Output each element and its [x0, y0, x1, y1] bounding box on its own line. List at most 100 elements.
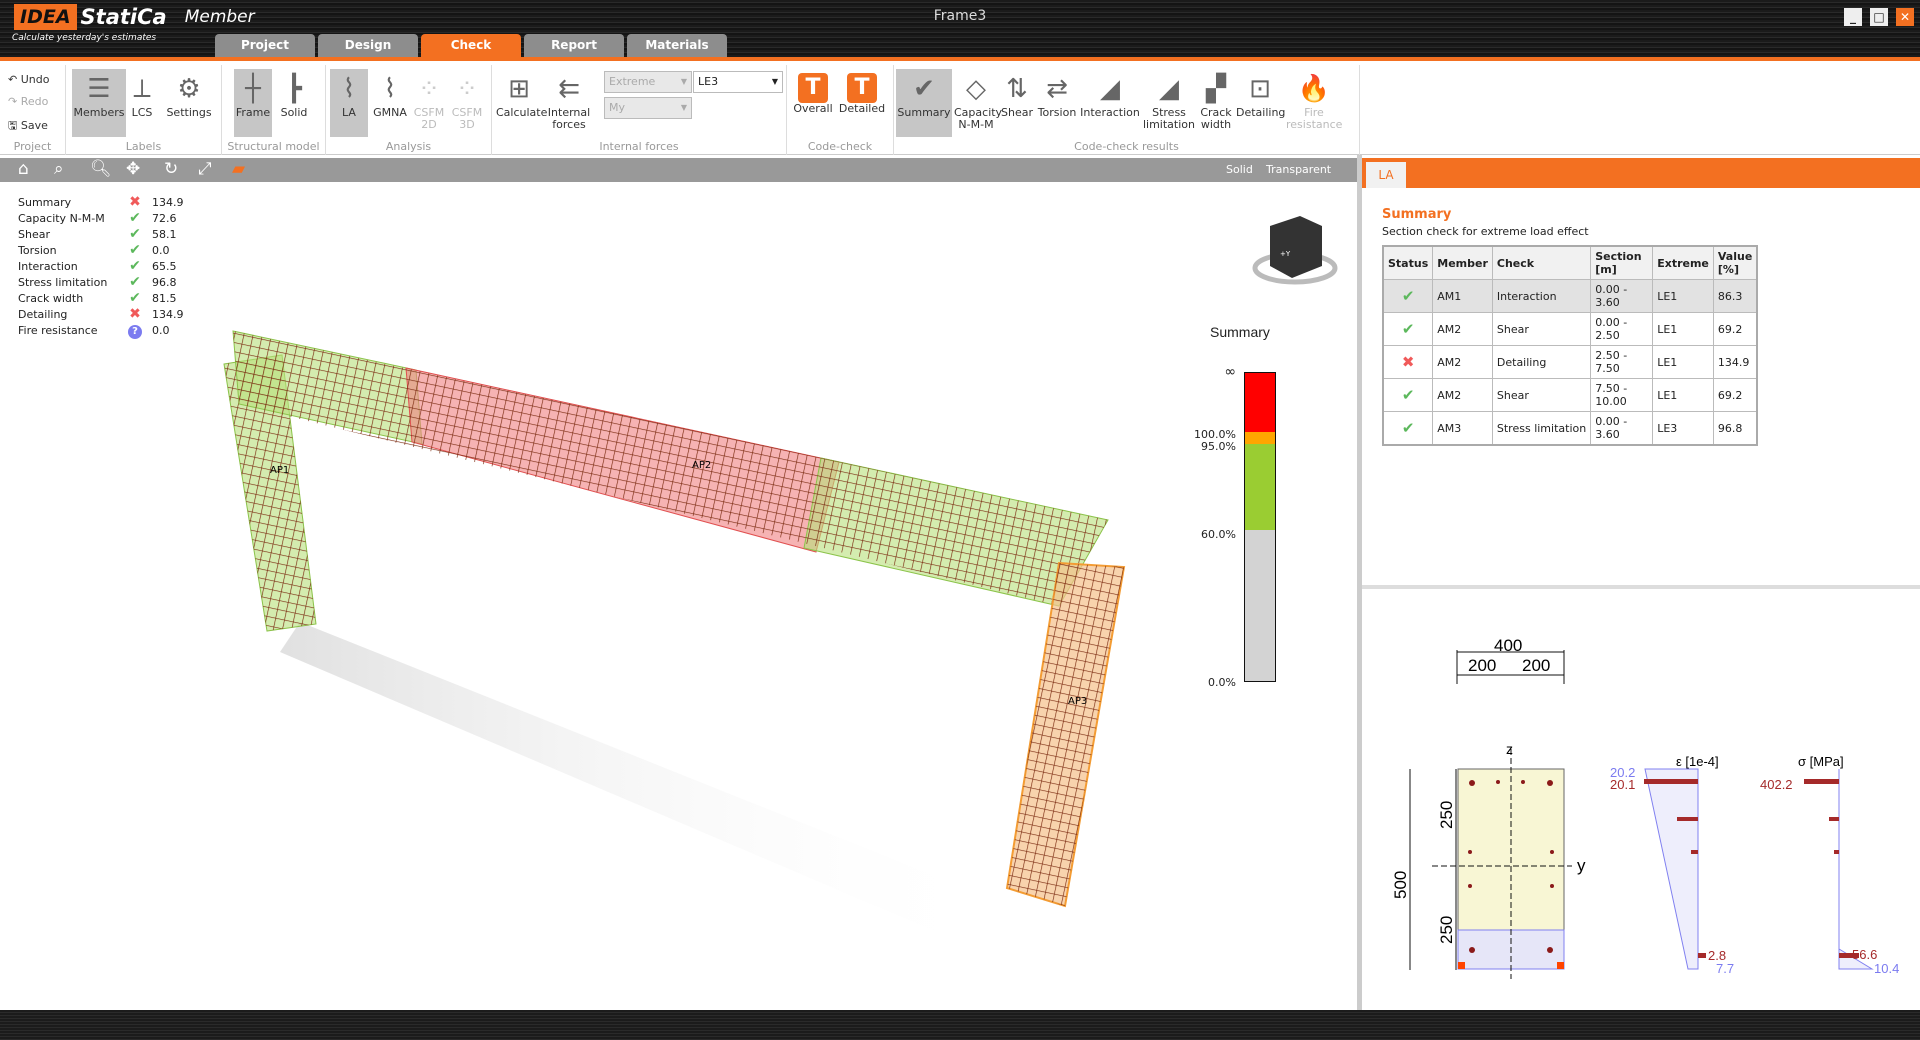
3d-viewport[interactable]: Summary ✖ 134.9 Capacity N-M-M ✔ 72.6 Shear ✔ 58…	[0, 182, 1357, 1010]
cell-section: 7.50 - 10.00	[1590, 378, 1654, 412]
cell-extreme: LE1	[1652, 279, 1714, 313]
fire-resistance-button[interactable]: 🔥 Fire resistance	[1286, 69, 1342, 137]
cell-check: Shear	[1491, 378, 1592, 412]
zoom-window-icon[interactable]: ⌕	[54, 159, 64, 179]
table-row[interactable]: ✔ AM1 Interaction 0.00 - 3.60 LE1 86.3	[1382, 279, 1758, 313]
settings-button[interactable]: ⚙ Settings	[162, 69, 216, 137]
shear-button[interactable]: ⇅ Shear	[998, 69, 1036, 137]
summary-button[interactable]: ✔ Summary	[896, 69, 952, 137]
rotate-icon[interactable]: ↻	[164, 159, 178, 179]
cell-value: 69.2	[1712, 378, 1758, 412]
group-label: Code-check	[807, 140, 873, 153]
dim-height: 500	[1391, 871, 1410, 899]
interaction-button[interactable]: ◢ Interaction	[1080, 69, 1140, 137]
stress-limitation-button[interactable]: ◢ Stress limitation	[1142, 69, 1196, 137]
table-row[interactable]: ✖ AM2 Detailing 2.50 - 7.50 LE1 134.9	[1382, 345, 1758, 379]
redo-button[interactable]: ↷ Redo	[8, 95, 48, 108]
calculate-button[interactable]: ⊞ Calculate	[496, 69, 547, 137]
check-icon: ✔	[1401, 287, 1415, 305]
csfm2d-button[interactable]: ⁘ CSFM 2D	[410, 69, 448, 137]
check-icon: ✔	[1401, 386, 1415, 404]
capacity-button[interactable]: ◇ Capacity N-M-M	[954, 69, 1002, 137]
cell-member: AM1	[1432, 279, 1493, 313]
interaction-icon: ◢	[1100, 74, 1120, 104]
dim-half2: 200	[1522, 656, 1550, 675]
solid-button[interactable]: ┣ Solid	[274, 69, 314, 137]
component-dropdown[interactable]: My	[604, 97, 692, 119]
render-mode-icon[interactable]: ▰	[232, 159, 245, 179]
cell-section: 2.50 - 7.50	[1590, 345, 1654, 379]
detailing-button[interactable]: ⊡ Detailing	[1236, 69, 1285, 137]
table-row[interactable]: ✔ AM2 Shear 0.00 - 2.50 LE1 69.2	[1382, 312, 1758, 346]
cell-member: AM3	[1432, 411, 1493, 446]
crack-width-button[interactable]: ▞ Crack width	[1196, 69, 1236, 137]
crack-icon: ▞	[1206, 74, 1226, 104]
capacity-icon: ◇	[966, 74, 986, 104]
transparent-toggle[interactable]: Transparent	[1266, 163, 1331, 176]
extreme-dropdown[interactable]: Extreme	[604, 71, 692, 93]
strain-title: ε [1e-4]	[1676, 754, 1719, 769]
fit-icon[interactable]: ⤢	[198, 159, 212, 179]
tab-check[interactable]: Check	[421, 34, 521, 57]
viewport-toolbar: ⌂ ⌕ 🔍︎ ✥ ↻ ⤢ ▰ Solid Transparent	[0, 158, 1357, 182]
dim-h2: 250	[1437, 916, 1456, 944]
shadow	[280, 622, 1000, 942]
ribbon: ↶ Undo ↷ Redo 🖫 Save Project ☰ Members ⟂ L…	[0, 61, 1920, 155]
cell-member: AM2	[1432, 345, 1493, 379]
cell-extreme: LE1	[1652, 345, 1714, 379]
cross-icon: ✖	[1401, 353, 1415, 371]
close-button[interactable]: ✕	[1896, 8, 1914, 26]
col-member: Member	[1432, 245, 1493, 280]
group-label: Code-check results	[1074, 140, 1179, 153]
model-view[interactable]: AP1 AP2 AP3 +Y	[0, 182, 1357, 1010]
window-title: Frame3	[933, 8, 987, 24]
tab-report[interactable]: Report	[524, 34, 624, 57]
cell-check: Detailing	[1491, 345, 1592, 379]
stress-icon: ◢	[1159, 74, 1179, 104]
legend-fail	[1245, 373, 1275, 432]
cell-extreme: LE1	[1652, 312, 1714, 346]
overall-button[interactable]: T Overall	[789, 69, 837, 137]
gmna-button[interactable]: ⌇ GMNA	[370, 69, 410, 137]
csfm3d-button[interactable]: ⁘ CSFM 3D	[448, 69, 486, 137]
frame-button[interactable]: ┼ Frame	[234, 69, 272, 137]
group-code-check: T Overall T Detailed Code-check	[787, 65, 894, 155]
group-label: Analysis	[385, 140, 432, 153]
undo-button[interactable]: ↶ Undo	[8, 73, 49, 86]
solid-icon: ┣	[286, 74, 302, 104]
shear-icon: ⇅	[1006, 74, 1028, 104]
legend-ok	[1245, 443, 1275, 531]
load-effect-dropdown[interactable]: LE3	[693, 71, 783, 93]
table-row[interactable]: ✔ AM3 Stress limitation 0.00 - 3.60 LE3 96.8	[1382, 411, 1758, 446]
col-extreme: Extreme	[1652, 245, 1714, 280]
cell-value: 96.8	[1712, 411, 1758, 446]
axis-y: y	[1577, 856, 1586, 875]
minimize-button[interactable]: _	[1844, 8, 1862, 26]
maximize-button[interactable]: □	[1870, 8, 1888, 26]
legend-tick: 0.0%	[1208, 676, 1236, 689]
member-label: AP2	[692, 460, 711, 471]
group-label: Internal forces	[599, 140, 679, 153]
group-label: Structural model	[227, 140, 320, 153]
pan-icon[interactable]: ✥	[126, 159, 140, 179]
tab-materials[interactable]: Materials	[627, 34, 727, 57]
group-internal-forces: ⊞Calculate ⇇Internal forces Extreme LE3 …	[492, 65, 787, 155]
torsion-button[interactable]: ⇄ Torsion	[1036, 69, 1078, 137]
tab-la[interactable]: LA	[1366, 162, 1406, 188]
dim-width: 400	[1494, 636, 1522, 655]
internal-forces-button[interactable]: ⇇ Internal forces	[544, 69, 594, 137]
table-row[interactable]: ✔ AM2 Shear 7.50 - 10.00 LE1 69.2	[1382, 378, 1758, 412]
zoom-icon[interactable]: 🔍︎	[90, 159, 112, 179]
tab-project[interactable]: Project	[215, 34, 315, 57]
stress-bottom-steel: 56.6	[1852, 947, 1877, 962]
lcs-button[interactable]: ⟂ LCS	[122, 69, 162, 137]
detailed-button[interactable]: T Detailed	[837, 69, 887, 137]
save-button[interactable]: 🖫 Save	[8, 117, 48, 136]
members-button[interactable]: ☰ Members	[72, 69, 126, 137]
home-icon[interactable]: ⌂	[18, 159, 29, 179]
view-cube[interactable]: +Y	[1252, 216, 1338, 285]
la-button[interactable]: ⌇ LA	[330, 69, 368, 137]
tab-design[interactable]: Design	[318, 34, 418, 57]
solid-toggle[interactable]: Solid	[1226, 163, 1253, 176]
check-icon: ✔	[1401, 419, 1415, 437]
